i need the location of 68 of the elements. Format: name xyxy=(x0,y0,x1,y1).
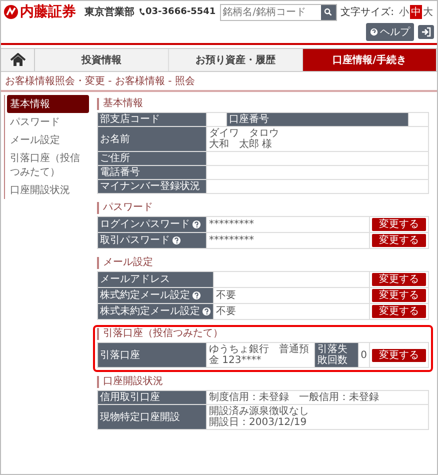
value-text: ********* xyxy=(209,235,255,246)
row-label-text: 株式未約定メール設定 xyxy=(100,306,200,317)
font-size-option[interactable]: 小 xyxy=(398,5,410,19)
row-label-text: 株式約定メール設定 xyxy=(100,290,190,301)
sidebar-item[interactable]: 口座開設状況 xyxy=(7,181,89,199)
value-text: 制度信用：未登録 一般信用：未登録 xyxy=(209,392,380,403)
row-label: ご住所 xyxy=(98,152,206,166)
value-text: ********* xyxy=(209,219,255,230)
value-text: 開設済み源泉徴収なし xyxy=(209,406,310,417)
nav-tab[interactable]: 口座情報/手続き xyxy=(303,49,437,71)
section-title: 基本情報 xyxy=(97,98,429,110)
search-icon xyxy=(324,8,332,16)
sidebar-item[interactable]: 基本情報 xyxy=(7,95,89,113)
section-title: 引落口座（投信つみたて） xyxy=(97,328,429,340)
value-text: 不要 xyxy=(216,290,237,301)
row-label: 部支店コード xyxy=(98,112,206,126)
row-label: メールアドレス xyxy=(98,272,214,288)
row-label-text: ログインパスワード xyxy=(100,219,190,230)
change-button[interactable]: 変更する xyxy=(372,289,426,302)
change-button[interactable]: 変更する xyxy=(372,234,426,247)
search-button[interactable] xyxy=(320,4,336,20)
row-label: 引落失敗回数 xyxy=(314,342,358,368)
phone-number: 03-3666-5541 xyxy=(146,7,216,17)
change-button[interactable]: 変更する xyxy=(372,218,426,231)
search-field[interactable]: 銘柄名/銘柄コード xyxy=(220,4,337,20)
font-size-label: 文字サイズ: xyxy=(340,6,394,19)
phone-icon xyxy=(138,8,145,16)
help-button[interactable]: ヘルプ xyxy=(366,23,414,41)
nav-tab[interactable]: 投資情報 xyxy=(35,49,169,71)
logo-text: 内藤証券 xyxy=(20,3,76,21)
logout-icon xyxy=(421,27,431,37)
breadcrumb: お客様情報照会・変更 - お客様情報 - 照会 xyxy=(1,72,437,92)
change-button[interactable]: 変更する xyxy=(372,273,426,286)
section-title: パスワード xyxy=(97,202,429,214)
logout-button[interactable] xyxy=(418,25,434,39)
font-size-option[interactable]: 大 xyxy=(422,5,434,19)
row-label: 信用取引口座 xyxy=(98,390,206,404)
value-text: ダイワ タロウ xyxy=(209,128,280,139)
branch-name: 東京営業部 xyxy=(84,5,135,19)
sidebar-item[interactable]: 引落口座（投信つみたて） xyxy=(7,149,89,181)
help-icon[interactable] xyxy=(202,307,211,316)
help-icon[interactable] xyxy=(192,220,201,229)
sidebar-item[interactable]: パスワード xyxy=(7,113,89,131)
sidebar-item[interactable]: メール設定 xyxy=(7,131,89,149)
change-button[interactable]: 変更する xyxy=(372,305,426,318)
font-size-option[interactable]: 中 xyxy=(410,5,422,19)
value-text: 開設日：2003/12/19 xyxy=(209,417,308,428)
help-icon xyxy=(370,28,378,36)
home-icon xyxy=(10,53,26,67)
section-title: 口座開設状況 xyxy=(97,376,429,388)
help-icon[interactable] xyxy=(192,291,201,300)
value-text: 0 xyxy=(360,350,367,360)
help-icon[interactable] xyxy=(172,236,181,245)
row-label: 電話番号 xyxy=(98,166,206,180)
row-label: 引落口座 xyxy=(98,342,206,368)
section-title: メール設定 xyxy=(97,257,429,269)
row-label-text: 取引パスワード xyxy=(100,235,170,246)
row-label: お名前 xyxy=(98,126,206,152)
value-text: 不要 xyxy=(216,306,237,317)
home-tab[interactable] xyxy=(1,49,35,71)
row-label: 口座番号 xyxy=(226,112,408,126)
logo-icon xyxy=(4,5,18,19)
row-label: マイナンバー登録状況 xyxy=(98,180,206,194)
row-label: 現物特定口座開設 xyxy=(98,404,206,430)
change-button[interactable]: 変更する xyxy=(372,348,426,362)
value-text: 大和 太郎 様 xyxy=(209,139,274,150)
nav-tab[interactable]: お預り資産・履歴 xyxy=(169,49,303,71)
value-text: ゆうちょ銀行 普通預金 123**** xyxy=(209,344,310,366)
